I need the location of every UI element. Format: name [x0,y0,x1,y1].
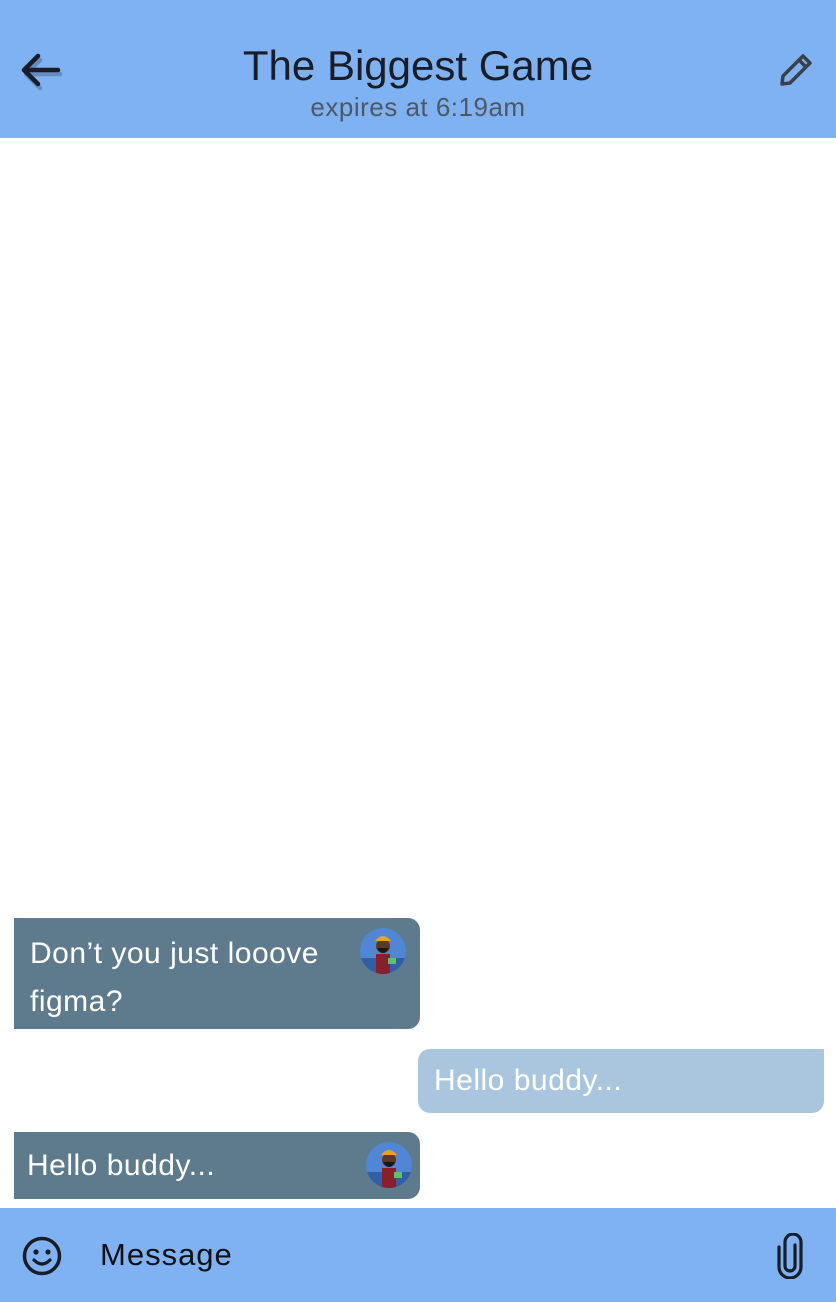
page-title: The Biggest Game [242,42,594,89]
avatar-icon[interactable] [360,928,406,974]
pencil-icon [780,54,812,86]
message-bubble-incoming[interactable]: Don’t you just looove figma? [14,918,420,1029]
avatar-icon[interactable] [366,1142,412,1188]
message-composer [0,1208,836,1302]
attach-button[interactable] [768,1230,812,1282]
app-header: The Biggest Game expires at 6:19am [0,0,836,138]
expiry-subtitle: expires at 6:19am [310,92,526,122]
emoji-button[interactable] [18,1232,66,1280]
message-bubble-outgoing[interactable]: Hello buddy... [418,1049,824,1113]
message-input[interactable] [100,1230,720,1280]
message-text: Hello buddy... [434,1064,623,1097]
message-text: Hello buddy... [27,1149,216,1182]
edit-button[interactable] [766,40,826,100]
message-bubble-incoming[interactable]: Hello buddy... [14,1132,420,1199]
message-text: Don’t you just looove figma? [30,937,319,1018]
paperclip-icon [777,1233,803,1279]
chat-screen: The Biggest Game expires at 6:19am Don’t… [0,0,836,1302]
emoji-icon [22,1236,62,1276]
